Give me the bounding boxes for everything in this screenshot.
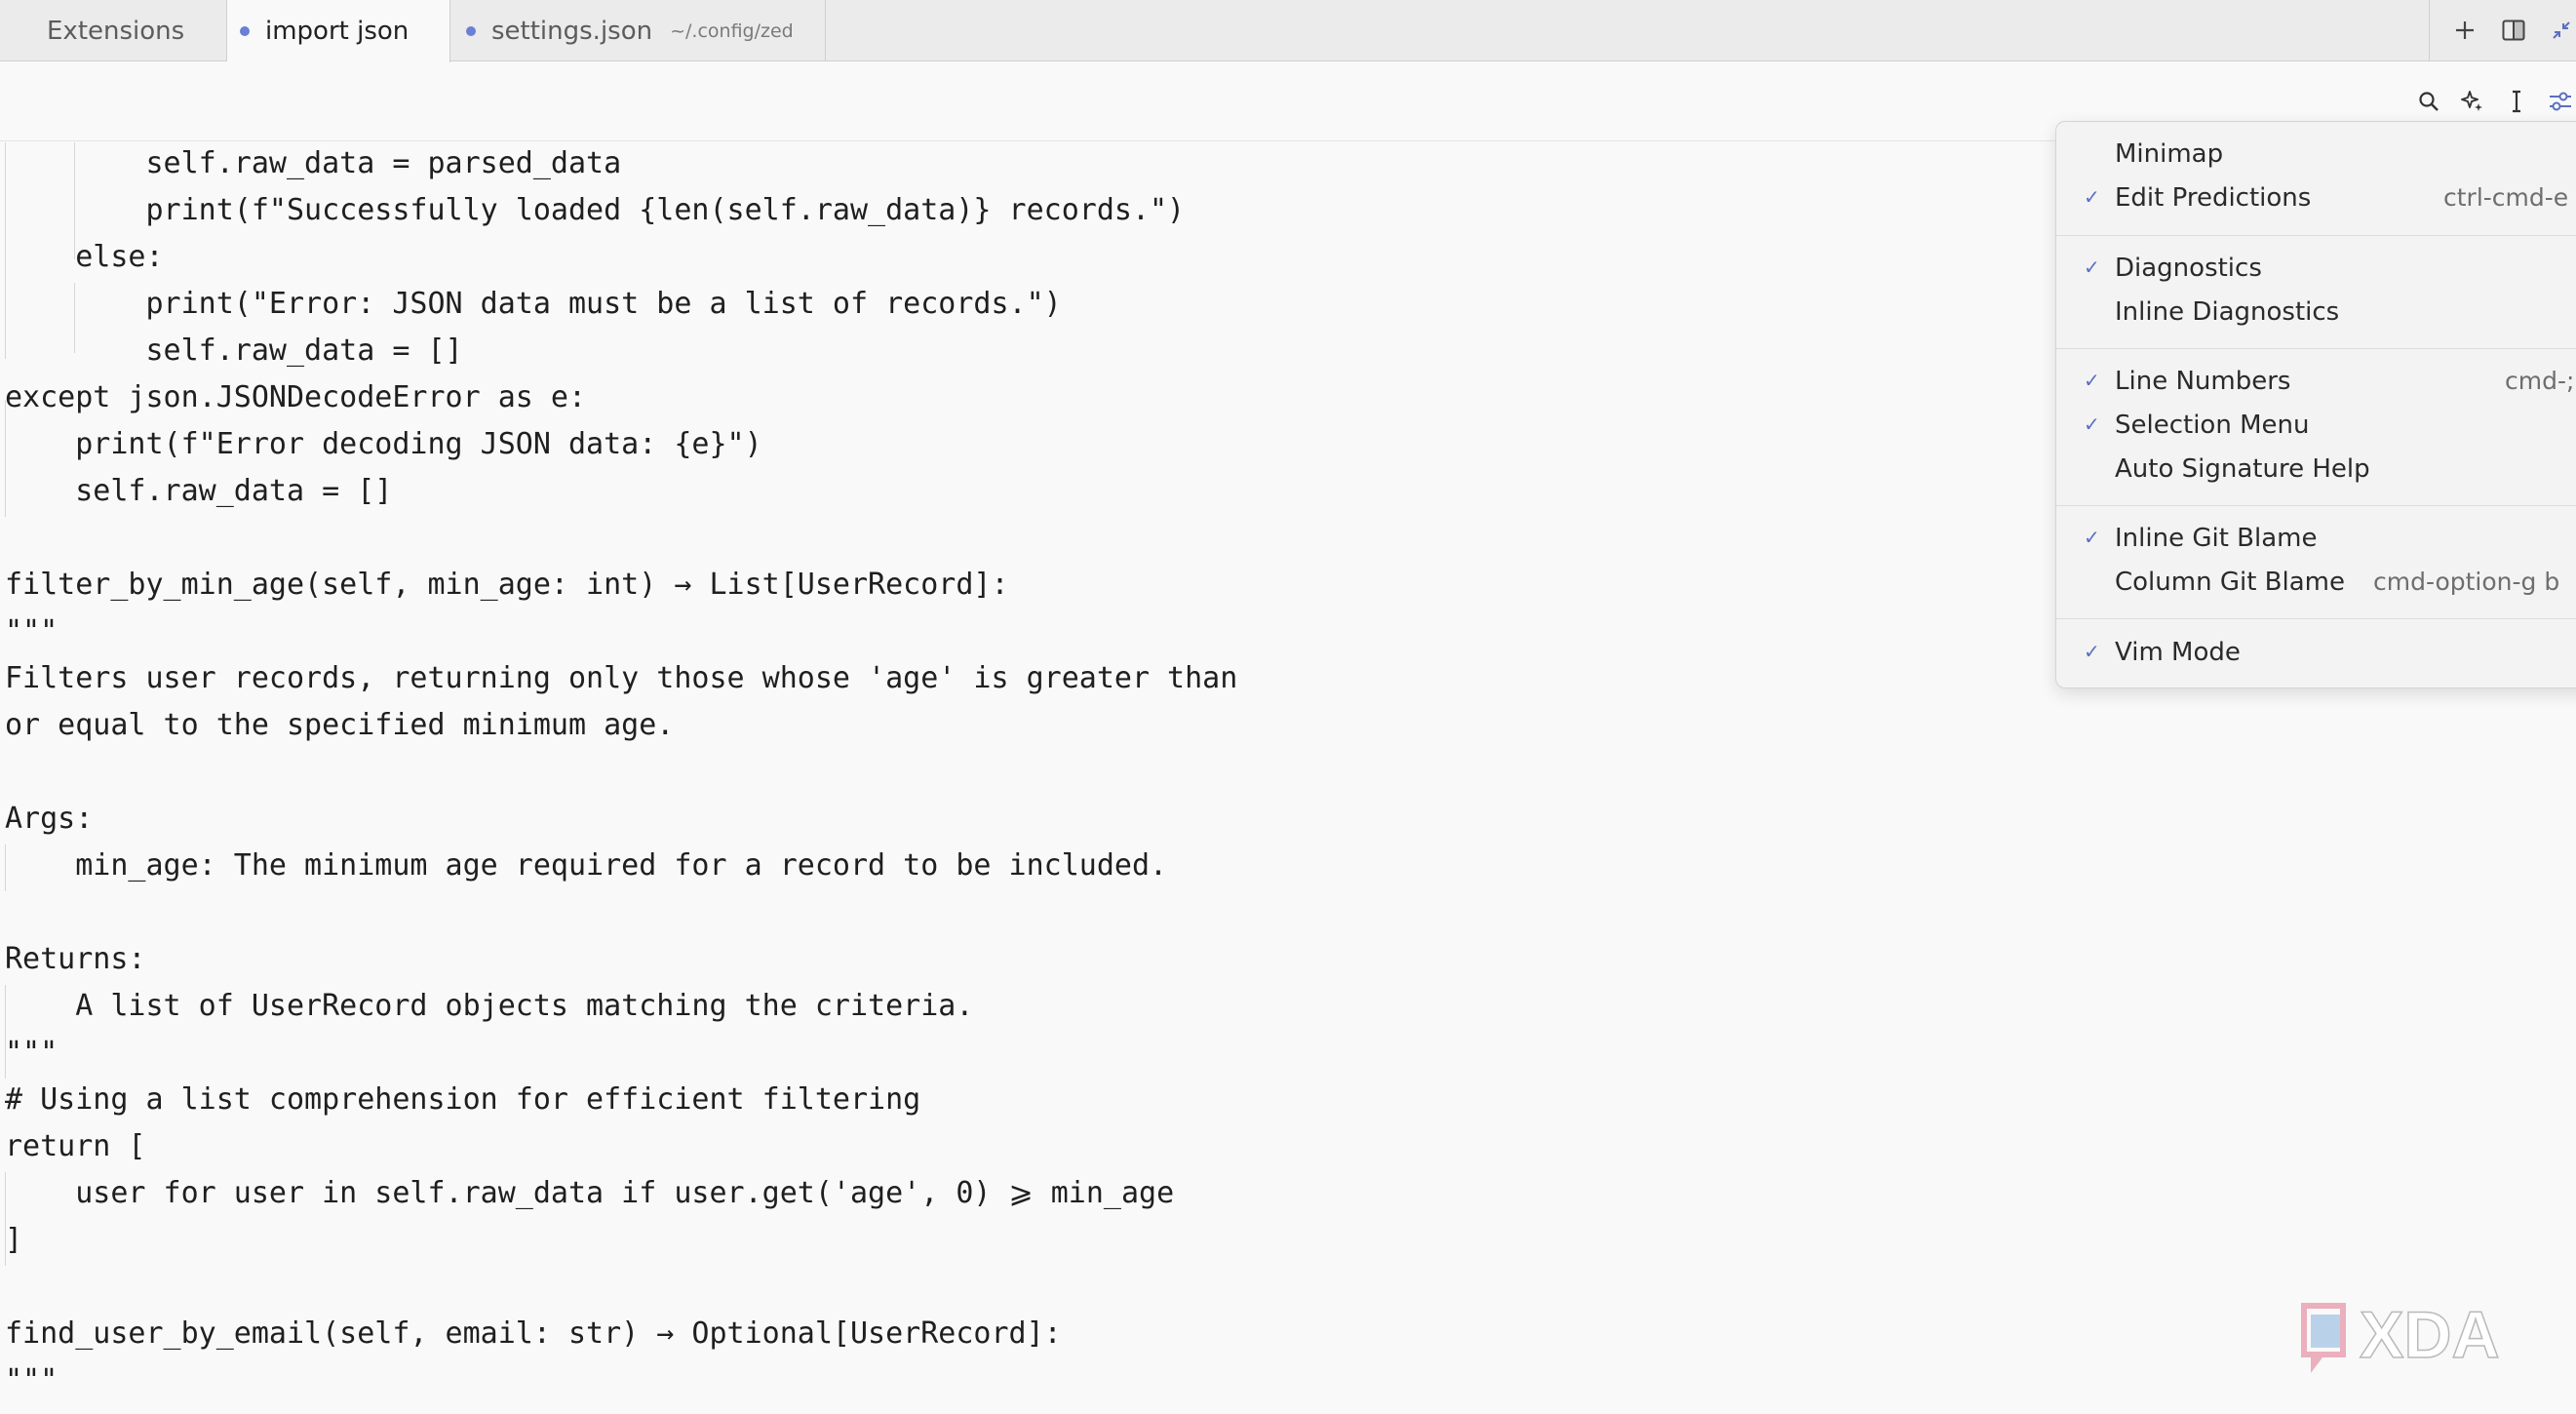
tab-label: Extensions xyxy=(47,16,185,46)
code-line: print("Error: JSON data must be a list o… xyxy=(5,287,1062,321)
menu-item-diagnostics[interactable]: ✓ Diagnostics xyxy=(2056,248,2576,291)
code-line: find_user_by_email(self, email: str) → O… xyxy=(5,1316,1062,1351)
code-line: """ xyxy=(5,1363,59,1397)
modified-dot-icon xyxy=(240,26,250,36)
menu-item-auto-signature-help[interactable]: Auto Signature Help xyxy=(2056,449,2576,491)
tab-extensions[interactable]: Extensions xyxy=(0,0,227,61)
search-icon xyxy=(2419,92,2439,111)
xda-logo: XDA xyxy=(2301,1297,2500,1373)
menu-item-selection-menu[interactable]: ✓ Selection Menu xyxy=(2056,405,2576,448)
code-line: user for user in self.raw_data if user.g… xyxy=(5,1176,1175,1210)
code-line: print(f"Successfully loaded {len(self.ra… xyxy=(5,193,1186,227)
menu-divider xyxy=(2056,618,2576,619)
menu-item-vim-mode[interactable]: ✓ Vim Mode xyxy=(2056,632,2576,675)
code-line: self.raw_data = parsed_data xyxy=(5,146,622,180)
tab-path: ~/.config/zed xyxy=(670,20,794,42)
menu-divider xyxy=(2056,235,2576,236)
code-line: A list of UserRecord objects matching th… xyxy=(5,989,974,1023)
editor-settings-menu: Minimap ✓ Edit Predictions ctrl-cmd-e ✓ … xyxy=(2055,121,2576,688)
menu-shortcut: cmd-; xyxy=(2505,367,2575,395)
code-line: # Using a list comprehension for efficie… xyxy=(5,1082,921,1117)
code-line: except json.JSONDecodeError as e: xyxy=(5,380,587,414)
code-line: filter_by_min_age(self, min_age: int) → … xyxy=(5,568,1009,602)
check-icon: ✓ xyxy=(2084,640,2100,663)
menu-item-line-numbers[interactable]: ✓ Line Numbers cmd-; xyxy=(2056,361,2576,404)
split-pane-icon xyxy=(2502,20,2525,41)
menu-shortcut: cmd-option-g b xyxy=(2373,568,2560,596)
new-tab-button[interactable] xyxy=(2446,12,2483,49)
check-icon: ✓ xyxy=(2084,412,2100,436)
collapse-icon xyxy=(2553,21,2570,39)
tab-label: settings.json xyxy=(491,16,653,46)
text-cursor-icon xyxy=(2513,90,2520,113)
plus-icon xyxy=(2456,21,2474,39)
check-icon: ✓ xyxy=(2084,526,2100,549)
menu-divider xyxy=(2056,505,2576,506)
divider xyxy=(2429,0,2430,61)
code-line: min_age: The minimum age required for a … xyxy=(5,848,1168,883)
code-line: Filters user records, returning only tho… xyxy=(5,661,1238,695)
menu-divider xyxy=(2056,348,2576,349)
menu-item-edit-predictions[interactable]: ✓ Edit Predictions ctrl-cmd-e xyxy=(2056,177,2576,220)
code-line: or equal to the specified minimum age. xyxy=(5,708,675,742)
text-cursor-button[interactable] xyxy=(2499,84,2534,119)
menu-item-inline-git-blame[interactable]: ✓ Inline Git Blame xyxy=(2056,518,2576,561)
editor-settings-button[interactable] xyxy=(2543,84,2576,119)
code-line: self.raw_data = [] xyxy=(5,474,393,508)
code-line: Returns: xyxy=(5,942,146,976)
collapse-button[interactable] xyxy=(2543,12,2576,49)
code-line: Args: xyxy=(5,802,94,836)
code-line: ] xyxy=(5,1223,23,1257)
sliders-icon xyxy=(2550,92,2571,111)
search-button[interactable] xyxy=(2411,84,2446,119)
code-line: """ xyxy=(5,1036,59,1070)
modified-dot-icon xyxy=(466,25,476,36)
assistant-button[interactable] xyxy=(2455,84,2490,119)
code-line: self.raw_data = [] xyxy=(5,334,463,368)
code-line: return [ xyxy=(5,1129,146,1163)
split-pane-button[interactable] xyxy=(2495,12,2532,49)
code-line: Finds a single user record by their spec… xyxy=(5,1404,956,1414)
code-line: else: xyxy=(5,240,164,274)
check-icon: ✓ xyxy=(2084,369,2100,392)
menu-item-minimap[interactable]: Minimap xyxy=(2056,134,2576,177)
tab-settings-json[interactable]: settings.json ~/.config/zed xyxy=(450,0,826,61)
check-icon: ✓ xyxy=(2084,185,2100,209)
check-icon: ✓ xyxy=(2084,255,2100,279)
menu-shortcut: ctrl-cmd-e xyxy=(2443,183,2569,212)
tab-label: import json xyxy=(265,17,410,46)
watermark-text: XDA xyxy=(2360,1298,2500,1372)
code-line: print(f"Error decoding JSON data: {e}") xyxy=(5,427,762,461)
code-line: """ xyxy=(5,614,59,648)
tab-bar: Extensions import json settings.json ~/.… xyxy=(0,0,2576,62)
menu-item-column-git-blame[interactable]: Column Git Blame cmd-option-g b xyxy=(2056,562,2576,605)
menu-item-inline-diagnostics[interactable]: Inline Diagnostics xyxy=(2056,292,2576,334)
tab-import-json[interactable]: import json xyxy=(227,0,450,62)
sparkle-icon xyxy=(2461,91,2482,111)
